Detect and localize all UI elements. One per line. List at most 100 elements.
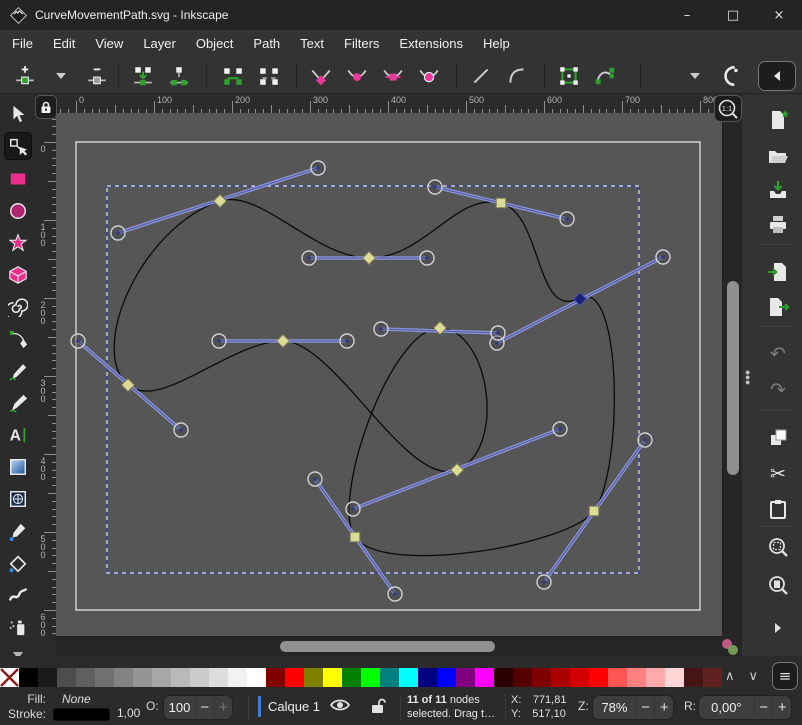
cut-icon[interactable]: ✂: [766, 462, 790, 486]
toolbar-dropdown[interactable]: [682, 63, 708, 89]
horizontal-scrollbar-handle[interactable]: [280, 641, 495, 652]
zoom-decrease-button[interactable]: −: [636, 699, 655, 716]
opacity-spinbox[interactable]: 100 − +: [163, 695, 233, 720]
palette-swatch[interactable]: [570, 668, 589, 687]
import-icon[interactable]: [766, 260, 790, 284]
rotation-value[interactable]: 0,00°: [699, 700, 754, 715]
horizontal-ruler[interactable]: 0100200300400500600700800: [56, 94, 722, 113]
path-node[interactable]: [363, 252, 376, 265]
zoom-spinbox[interactable]: 78% − +: [592, 695, 674, 720]
menu-view[interactable]: View: [85, 32, 133, 55]
tool-selector[interactable]: [5, 101, 31, 127]
new-document-icon[interactable]: [766, 108, 790, 132]
tool-text[interactable]: A: [5, 422, 31, 448]
palette-swatch[interactable]: [209, 668, 228, 687]
palette-swatch[interactable]: [57, 668, 76, 687]
menu-file[interactable]: File: [2, 32, 43, 55]
palette-swatch[interactable]: [95, 668, 114, 687]
tool-paint-bucket[interactable]: [5, 550, 31, 576]
rotation-spinbox[interactable]: 0,00° − +: [698, 695, 792, 720]
palette-swatch[interactable]: [475, 668, 494, 687]
palette-swatch[interactable]: [627, 668, 646, 687]
vertical-ruler[interactable]: 0100200300400500600: [36, 113, 56, 636]
paste-icon[interactable]: [766, 497, 790, 521]
palette-swatch[interactable]: [190, 668, 209, 687]
layer-visibility-icon[interactable]: [330, 697, 350, 713]
opacity-value[interactable]: 100: [164, 700, 195, 715]
palette-scroll-up-icon[interactable]: ∧: [725, 669, 735, 684]
rotation-decrease-button[interactable]: −: [754, 699, 773, 716]
palette-swatch[interactable]: [114, 668, 133, 687]
menu-extensions[interactable]: Extensions: [389, 32, 473, 55]
stroke-width-value[interactable]: 1,00: [117, 706, 140, 720]
opacity-decrease-button[interactable]: −: [195, 699, 213, 716]
tool-spiral[interactable]: [5, 294, 31, 320]
palette-swatch[interactable]: [646, 668, 665, 687]
palette-swatch[interactable]: [437, 668, 456, 687]
palette-swatch[interactable]: [684, 668, 703, 687]
palette-swatch[interactable]: [342, 668, 361, 687]
tool-box-3d[interactable]: [5, 262, 31, 288]
delete-segment-button[interactable]: [256, 63, 282, 89]
menu-layer[interactable]: Layer: [133, 32, 186, 55]
print-icon[interactable]: [766, 213, 790, 237]
redo-icon[interactable]: ↷: [766, 378, 790, 402]
fill-value[interactable]: None: [62, 692, 91, 706]
tool-spray[interactable]: [5, 614, 31, 640]
color-managed-view-icon[interactable]: [718, 636, 742, 658]
zoom-increase-button[interactable]: +: [654, 699, 673, 716]
palette-swatch[interactable]: [133, 668, 152, 687]
delete-node-button[interactable]: [84, 63, 110, 89]
menu-edit[interactable]: Edit: [43, 32, 85, 55]
palette-swatch[interactable]: [228, 668, 247, 687]
tool-calligraphy[interactable]: [5, 390, 31, 416]
undo-icon[interactable]: ↶: [766, 342, 790, 366]
palette-swatch[interactable]: [608, 668, 627, 687]
insert-node-button[interactable]: [12, 63, 38, 89]
layer-lock-icon[interactable]: [370, 697, 386, 714]
rotation-increase-button[interactable]: +: [772, 699, 791, 716]
palette-swatch[interactable]: [399, 668, 418, 687]
break-nodes-button[interactable]: [166, 63, 192, 89]
tool-pencil[interactable]: [5, 358, 31, 384]
join-nodes-button[interactable]: [130, 63, 156, 89]
zoom-selection-icon[interactable]: [766, 535, 790, 559]
path-node[interactable]: [589, 506, 599, 516]
menu-object[interactable]: Object: [186, 32, 244, 55]
path-node[interactable]: [496, 198, 506, 208]
minimize-button[interactable]: –: [664, 0, 710, 30]
node-auto-smooth-button[interactable]: [416, 63, 442, 89]
palette-swatch[interactable]: [380, 668, 399, 687]
palette-swatch[interactable]: [323, 668, 342, 687]
palette-swatch[interactable]: [152, 668, 171, 687]
palette-scroll-down-icon[interactable]: ∨: [748, 669, 758, 684]
snap-options-button[interactable]: [718, 63, 744, 89]
tool-star[interactable]: [5, 230, 31, 256]
node-corner-button[interactable]: [308, 63, 334, 89]
palette-swatch[interactable]: [456, 668, 475, 687]
vertical-scrollbar[interactable]: [722, 113, 742, 636]
stroke-color-swatch[interactable]: [53, 708, 110, 721]
palette-swatch[interactable]: [266, 668, 285, 687]
palette-swatch[interactable]: [304, 668, 323, 687]
join-with-segment-button[interactable]: [220, 63, 246, 89]
palette-swatch[interactable]: [76, 668, 95, 687]
layer-name[interactable]: Calque 1: [268, 699, 320, 714]
palette-swatch[interactable]: [551, 668, 570, 687]
menu-path[interactable]: Path: [243, 32, 290, 55]
palette-swatch[interactable]: [19, 668, 38, 687]
palette-swatch[interactable]: [703, 668, 722, 687]
zoom-drawing-icon[interactable]: [766, 573, 790, 597]
horizontal-scrollbar[interactable]: [56, 636, 722, 656]
vertical-scrollbar-handle[interactable]: [727, 281, 739, 475]
tool-tweak[interactable]: [5, 582, 31, 608]
stroke-to-path-button[interactable]: [592, 63, 618, 89]
tool-node-editor[interactable]: [5, 133, 31, 159]
canvas[interactable]: [56, 113, 722, 636]
segment-curve-button[interactable]: [504, 63, 530, 89]
tool-pen[interactable]: [5, 326, 31, 352]
tool-mesh-gradient[interactable]: [5, 486, 31, 512]
bezier-path[interactable]: [114, 199, 614, 555]
zoom-1-1-button[interactable]: 1:1: [714, 95, 742, 122]
palette-swatch[interactable]: [171, 668, 190, 687]
